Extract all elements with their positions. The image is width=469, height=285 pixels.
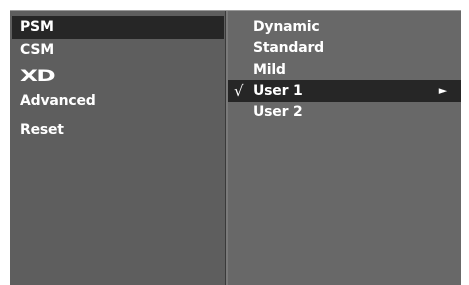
menu-item-xd[interactable]: XD bbox=[12, 64, 224, 87]
menu-item-label: Reset bbox=[20, 122, 64, 138]
xd-logo: XD bbox=[20, 66, 56, 85]
checkmark-icon: √ bbox=[234, 82, 244, 100]
option-label: Mild bbox=[253, 62, 286, 78]
left-menu-panel: PSM CSM XD Advanced Reset bbox=[10, 11, 226, 285]
menu-item-label: Advanced bbox=[20, 93, 96, 109]
option-dynamic[interactable]: Dynamic bbox=[228, 16, 461, 38]
menu-item-label: CSM bbox=[20, 42, 54, 58]
option-label: User 1 bbox=[253, 83, 303, 99]
right-arrow-icon: ► bbox=[438, 84, 447, 97]
option-user-2[interactable]: User 2 bbox=[228, 101, 461, 123]
menu-item-label: PSM bbox=[20, 19, 54, 35]
option-user-1[interactable]: √ User 1 ► bbox=[228, 80, 461, 102]
option-label: User 2 bbox=[253, 104, 303, 120]
option-label: Standard bbox=[253, 40, 324, 56]
option-mild[interactable]: Mild bbox=[228, 59, 461, 81]
menu-item-advanced[interactable]: Advanced bbox=[12, 90, 224, 113]
menu-item-csm[interactable]: CSM bbox=[12, 39, 224, 62]
option-label: Dynamic bbox=[253, 19, 320, 35]
option-standard[interactable]: Standard bbox=[228, 37, 461, 59]
menu-item-reset[interactable]: Reset bbox=[12, 119, 224, 142]
menu-item-psm[interactable]: PSM bbox=[12, 16, 224, 39]
osd-picture-menu: PSM CSM XD Advanced Reset Dynamic Standa… bbox=[10, 10, 461, 285]
